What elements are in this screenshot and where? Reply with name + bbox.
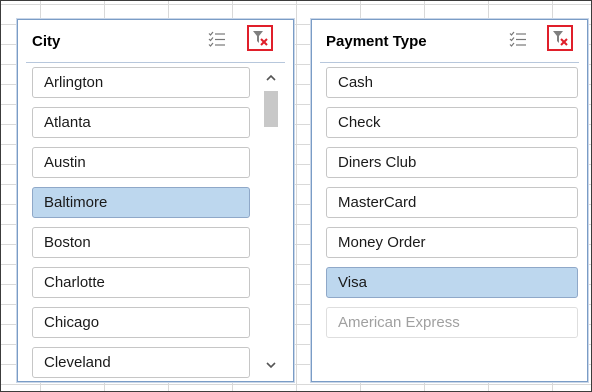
clear-filter-button[interactable]	[547, 25, 573, 51]
item-label: Visa	[338, 274, 367, 291]
item-label: Arlington	[44, 74, 104, 91]
item-label: Cash	[338, 74, 374, 91]
city-item-chicago[interactable]: Chicago	[32, 307, 250, 338]
chevron-down-icon	[266, 362, 276, 369]
city-slicer-scrollbar[interactable]	[262, 67, 280, 375]
payment-type-slicer: Payment Type Cash Check Diners Club Mast…	[311, 19, 588, 382]
payment-item-american-express[interactable]: American Express	[326, 307, 578, 338]
item-label: American Express	[338, 314, 460, 331]
scroll-up-button[interactable]	[262, 69, 280, 87]
item-label: Diners Club	[338, 154, 417, 171]
item-label: Check	[338, 114, 381, 131]
payment-item-check[interactable]: Check	[326, 107, 578, 138]
city-item-boston[interactable]: Boston	[32, 227, 250, 258]
city-slicer: City Arlington Atlanta Austin Baltimore …	[17, 19, 294, 382]
city-slicer-title: City	[32, 33, 61, 50]
payment-item-diners-club[interactable]: Diners Club	[326, 147, 578, 178]
payment-item-cash[interactable]: Cash	[326, 67, 578, 98]
city-item-baltimore[interactable]: Baltimore	[32, 187, 250, 218]
city-slicer-header: City	[26, 20, 285, 63]
payment-slicer-title: Payment Type	[326, 33, 427, 50]
scroll-thumb[interactable]	[264, 91, 278, 127]
city-item-charlotte[interactable]: Charlotte	[32, 267, 250, 298]
item-label: Chicago	[44, 314, 100, 331]
payment-slicer-header: Payment Type	[320, 20, 579, 63]
payment-item-mastercard[interactable]: MasterCard	[326, 187, 578, 218]
city-item-atlanta[interactable]: Atlanta	[32, 107, 250, 138]
chevron-up-icon	[266, 74, 276, 81]
clear-filter-icon	[553, 31, 568, 46]
item-label: Money Order	[338, 234, 426, 251]
city-item-cleveland[interactable]: Cleveland	[32, 347, 250, 378]
item-label: MasterCard	[338, 194, 417, 211]
item-label: Austin	[44, 154, 86, 171]
clear-filter-icon	[253, 31, 268, 46]
item-label: Charlotte	[44, 274, 105, 291]
multi-select-icon[interactable]	[206, 28, 228, 50]
item-label: Baltimore	[44, 194, 108, 211]
item-label: Cleveland	[44, 354, 111, 371]
clear-filter-button[interactable]	[247, 25, 273, 51]
city-item-arlington[interactable]: Arlington	[32, 67, 250, 98]
city-item-austin[interactable]: Austin	[32, 147, 250, 178]
scroll-down-button[interactable]	[262, 356, 280, 374]
item-label: Atlanta	[44, 114, 91, 131]
item-label: Boston	[44, 234, 91, 251]
multi-select-icon[interactable]	[507, 28, 529, 50]
payment-item-visa[interactable]: Visa	[326, 267, 578, 298]
payment-item-money-order[interactable]: Money Order	[326, 227, 578, 258]
